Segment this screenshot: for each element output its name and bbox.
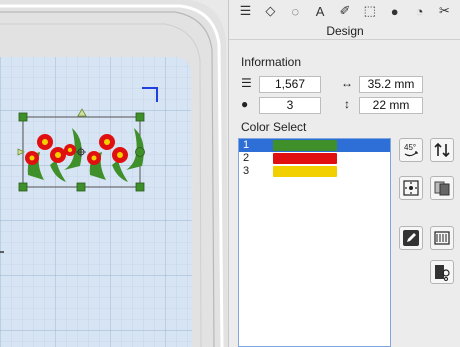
flip-vertical-icon (434, 142, 450, 158)
flip-vertical-button[interactable] (430, 138, 454, 162)
color-swatch (273, 153, 337, 164)
select-icon[interactable]: ☰ (234, 1, 256, 21)
color-select-label: Color Select (241, 120, 307, 134)
border-button[interactable] (430, 226, 454, 250)
color-index: 1 (243, 139, 250, 151)
information-label: Information (241, 55, 302, 69)
tool-bar: ☰ ◇ ◌ A ✐ ⬚ ● ◔ ✂ (229, 0, 460, 22)
color-index: 2 (243, 152, 250, 164)
stitch-count-field: 1,567 (259, 76, 321, 93)
rotate-handle[interactable] (135, 147, 145, 157)
rotate-45-icon: 45° (404, 143, 418, 157)
frame-icon[interactable]: ⬚ (359, 1, 381, 21)
resize-handle[interactable] (135, 182, 145, 192)
text-icon[interactable]: A (309, 1, 331, 21)
resize-handle[interactable] (18, 112, 28, 122)
svg-text:45°: 45° (404, 143, 416, 152)
color-palette-icon: ● (241, 97, 249, 111)
color-row[interactable]: 3 (239, 165, 390, 178)
point-icon[interactable]: ◇ (259, 1, 281, 21)
rotate-45-button[interactable]: 45° (399, 138, 423, 162)
color-index: 3 (243, 165, 250, 177)
design-canvas[interactable] (0, 0, 228, 347)
edit-button[interactable] (399, 226, 423, 250)
color-row[interactable]: 1 (239, 139, 390, 152)
paint-icon[interactable]: ✐ (334, 1, 356, 21)
duplicate-icon (434, 181, 450, 196)
color-swatch (273, 140, 337, 151)
duplicate-button[interactable] (430, 176, 454, 200)
stitch-order-icon (435, 265, 450, 281)
resize-handle[interactable] (76, 182, 86, 192)
edit-icon (403, 230, 419, 246)
center-button[interactable] (399, 176, 423, 200)
stitch-icon[interactable]: ● (384, 1, 406, 21)
width-icon: ↔ (341, 76, 353, 90)
height-icon: ↕ (344, 97, 350, 111)
border-icon (434, 231, 450, 245)
resize-handle[interactable] (18, 182, 28, 192)
height-field: 22 mm (359, 97, 423, 114)
width-field: 35.2 mm (359, 76, 423, 93)
lasso-icon[interactable]: ◌ (284, 1, 306, 21)
clock-icon[interactable]: ◔ (409, 1, 431, 21)
embroidery-hoop[interactable] (0, 0, 228, 347)
scissors-icon[interactable]: ✂ (433, 1, 455, 21)
stitch-count-icon: ☰ (241, 76, 252, 90)
design-panel: ☰ ◇ ◌ A ✐ ⬚ ● ◔ ✂ Design Information ☰ 1,567 ↔ 3… (228, 0, 460, 347)
color-row[interactable]: 2 (239, 152, 390, 165)
center-icon (403, 180, 419, 196)
stitch-order-button[interactable] (430, 260, 454, 284)
color-swatch (273, 166, 337, 177)
color-list[interactable]: 123 (238, 138, 391, 347)
resize-handle[interactable] (135, 112, 145, 122)
panel-title: Design (229, 22, 460, 40)
color-count-field: 3 (259, 97, 321, 114)
